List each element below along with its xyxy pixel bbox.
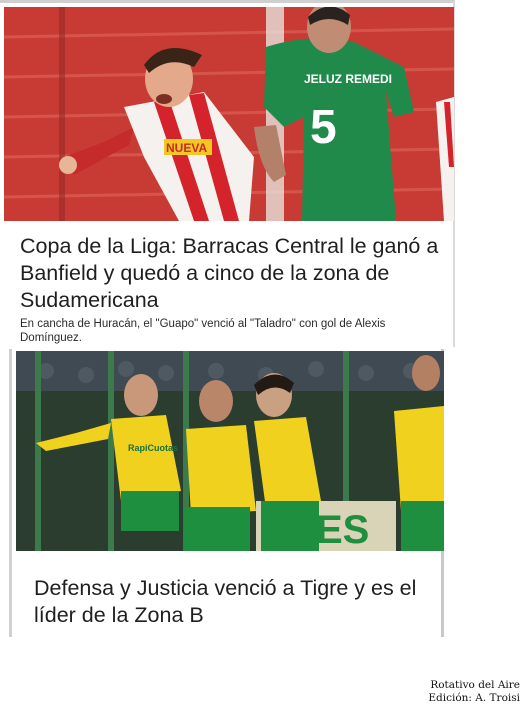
credit-editor: Edición: A. Troisi: [428, 692, 520, 704]
jersey-number: 5: [310, 101, 337, 154]
article-summary: En cancha de Huracán, el "Guapo" venció …: [20, 318, 386, 344]
article-photo-barracas-banfield[interactable]: NUEVA JELUZ REMEDI 5: [4, 7, 454, 221]
stadium-banner: ES: [316, 508, 369, 551]
article-headline[interactable]: Copa de la Liga: Barracas Central le gan…: [20, 233, 440, 314]
shirt-sponsor: NUEVA: [166, 141, 207, 155]
credit-source: Rotativo del Aire: [430, 679, 520, 691]
photo-illustration: NUEVA JELUZ REMEDI 5: [4, 7, 454, 221]
photo-illustration: ES RapiCuotas: [16, 351, 444, 551]
jersey-name: JELUZ REMEDI: [304, 72, 392, 86]
news-card-barracas[interactable]: NUEVA JELUZ REMEDI 5 Copa de la Liga: Ba…: [0, 0, 455, 347]
shirt-sponsor: RapiCuotas: [128, 443, 178, 453]
article-headline[interactable]: Defensa y Justicia venció a Tigre y es e…: [34, 575, 434, 629]
article-photo-defensa-tigre[interactable]: ES RapiCuotas: [16, 351, 444, 551]
edition-credit: Rotativo del Aire Edición: A. Troisi: [428, 679, 520, 705]
news-card-defensa[interactable]: ES RapiCuotas Defensa y Justicia venció …: [9, 349, 444, 637]
